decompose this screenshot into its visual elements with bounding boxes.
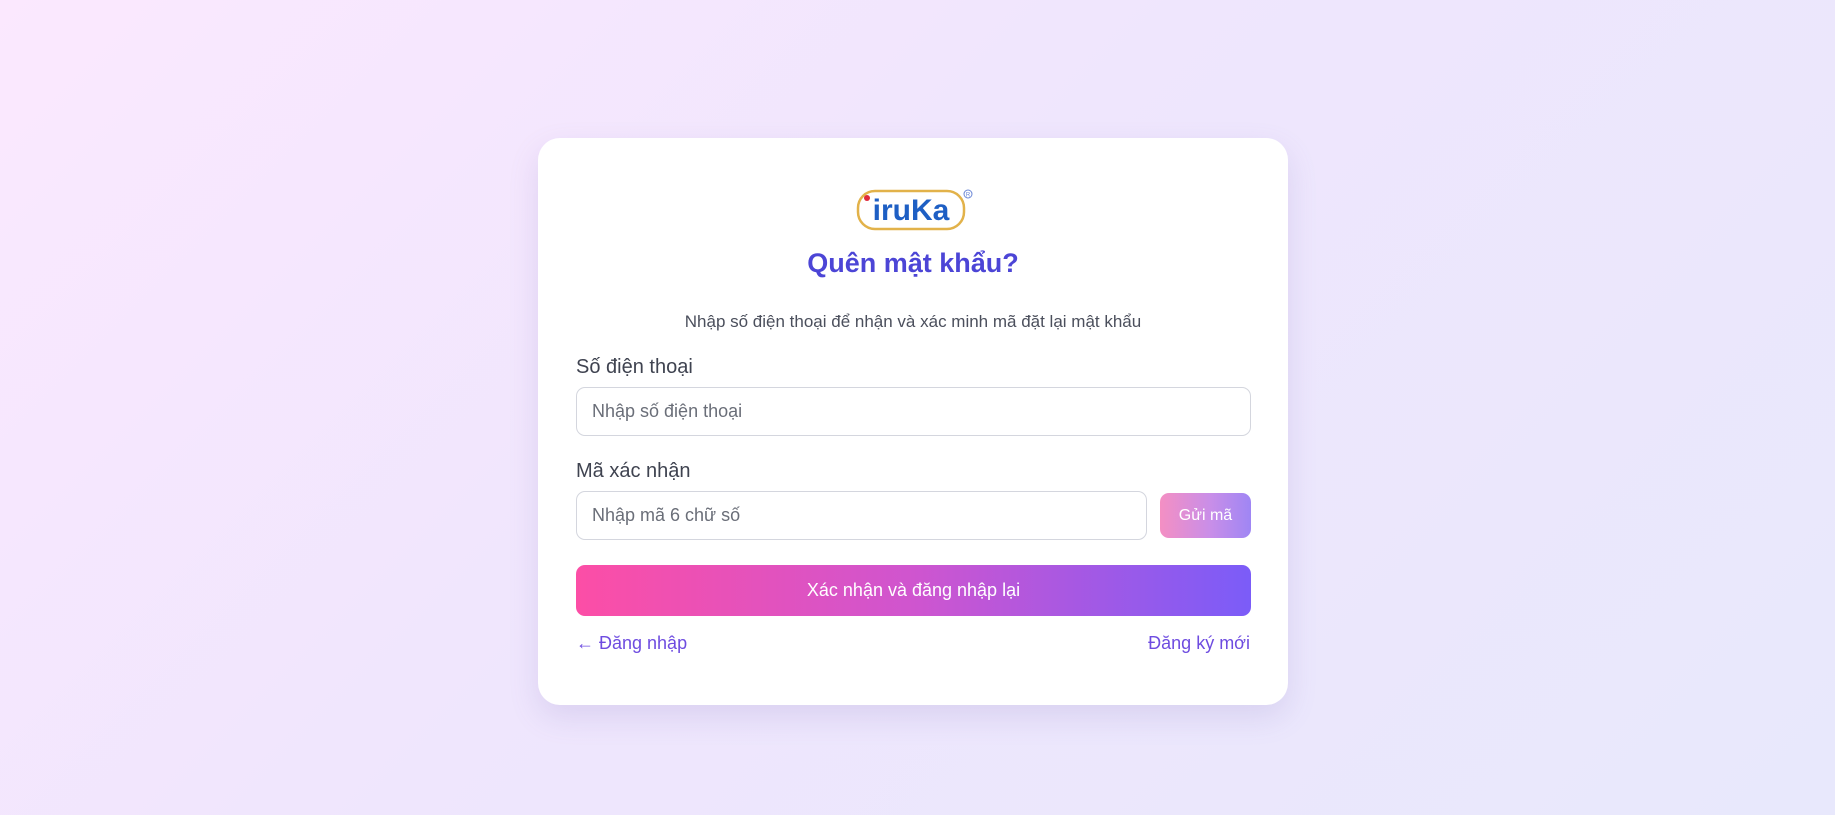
forgot-password-card: iruKa R Quên mật khẩu? Nhập số điện thoạ… xyxy=(538,138,1288,705)
send-code-button[interactable]: Gửi mã xyxy=(1160,493,1251,538)
logo-text: iruKa xyxy=(873,194,950,227)
iruka-logo: iruKa R xyxy=(856,189,973,231)
registered-mark: R xyxy=(966,193,971,199)
back-to-login-link[interactable]: ← Đăng nhập xyxy=(576,633,687,654)
phone-input[interactable] xyxy=(576,387,1251,436)
page-subtitle: Nhập số điện thoại để nhận và xác minh m… xyxy=(684,312,1142,331)
phone-label: Số điện thoại xyxy=(576,356,693,378)
confirm-login-button[interactable]: Xác nhận và đăng nhập lại xyxy=(576,565,1251,616)
code-label: Mã xác nhận xyxy=(576,460,691,482)
code-input[interactable] xyxy=(576,491,1147,540)
register-link[interactable]: Đăng ký mới xyxy=(1148,633,1250,654)
page-title: Quên mật khẩu? xyxy=(807,248,1019,278)
